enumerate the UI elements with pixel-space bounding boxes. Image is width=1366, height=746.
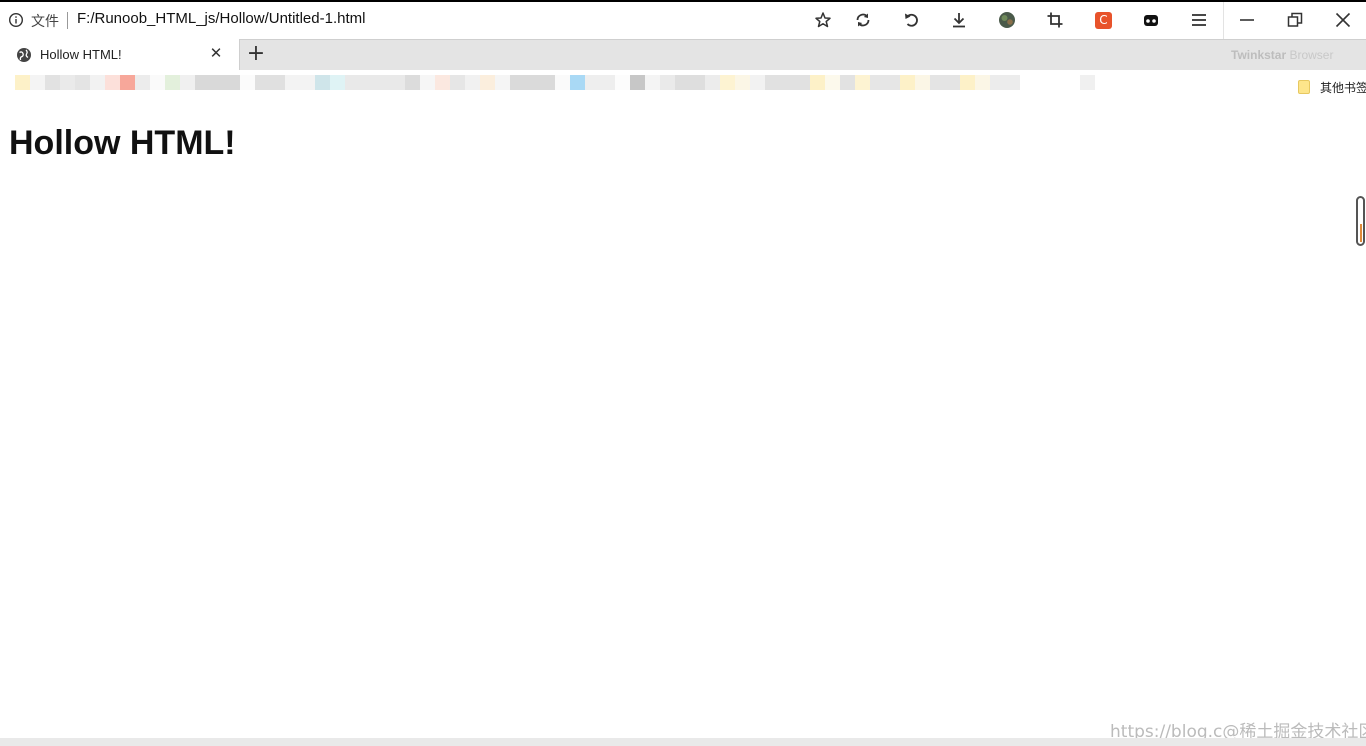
window-controls-separator bbox=[1223, 2, 1224, 39]
browser-brand: Twinkstar Browser bbox=[1231, 48, 1333, 62]
brand-bold: Twinkstar bbox=[1231, 48, 1287, 62]
globe-icon bbox=[16, 47, 32, 63]
tab-hollow-html[interactable]: Hollow HTML! ✕ bbox=[0, 39, 240, 71]
tab-title: Hollow HTML! bbox=[40, 47, 122, 62]
taskbar-strip bbox=[0, 738, 1366, 746]
new-tab-button[interactable]: + bbox=[246, 42, 266, 66]
scrollbar-thumb[interactable] bbox=[1356, 196, 1365, 246]
page-heading: Hollow HTML! bbox=[9, 124, 236, 162]
star-icon[interactable] bbox=[813, 10, 833, 30]
file-scheme-label[interactable]: 文件 bbox=[31, 11, 59, 31]
minimize-icon[interactable] bbox=[1237, 10, 1257, 30]
crop-icon[interactable] bbox=[1045, 10, 1065, 30]
brand-light: Browser bbox=[1286, 48, 1334, 62]
bookmarks-bar: 其他书签 bbox=[0, 70, 1366, 106]
other-bookmarks[interactable]: 其他书签 bbox=[1320, 79, 1366, 96]
undo-icon[interactable] bbox=[901, 10, 921, 30]
folder-icon bbox=[1298, 80, 1310, 94]
info-icon[interactable] bbox=[8, 12, 24, 28]
close-icon[interactable] bbox=[1333, 10, 1353, 30]
menu-icon[interactable] bbox=[1189, 10, 1209, 30]
url-input[interactable]: F:/Runoob_HTML_js/Hollow/Untitled-1.html bbox=[77, 10, 365, 27]
tab-strip: Hollow HTML! ✕ + Twinkstar Browser bbox=[0, 39, 1366, 71]
extension-mask-icon[interactable] bbox=[1141, 10, 1161, 30]
avatar-icon[interactable] bbox=[997, 10, 1017, 30]
tab-close-icon[interactable]: ✕ bbox=[208, 44, 224, 62]
page-viewport: Hollow HTML! bbox=[0, 106, 1366, 738]
blurred-bookmarks bbox=[15, 75, 1275, 105]
address-bar-row: 文件 F:/Runoob_HTML_js/Hollow/Untitled-1.h… bbox=[0, 2, 1366, 39]
sync-icon[interactable] bbox=[853, 10, 873, 30]
restore-icon[interactable] bbox=[1285, 10, 1305, 30]
extension-c-icon[interactable]: C bbox=[1095, 12, 1112, 29]
download-icon[interactable] bbox=[949, 10, 969, 30]
address-separator bbox=[67, 12, 68, 29]
